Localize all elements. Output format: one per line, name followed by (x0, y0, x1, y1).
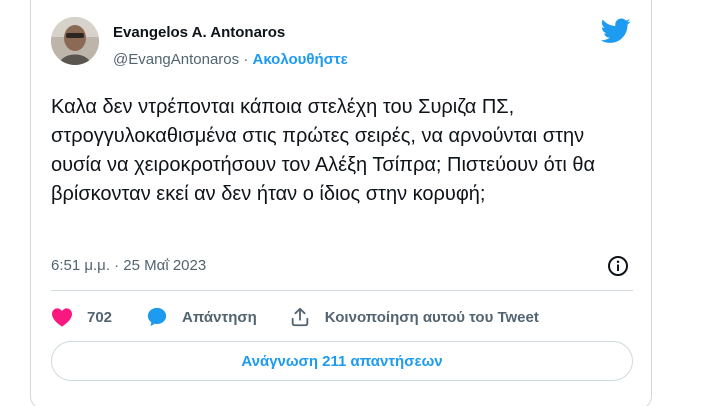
like-count: 702 (87, 308, 113, 326)
twitter-bird-icon[interactable] (600, 18, 631, 44)
actions-bar: 702 Απάντηση Κοινοποίηση αυτού του Tweet (51, 303, 539, 331)
author-handle-row: @EvangAntonaros · Ακολουθήστε (113, 51, 348, 68)
like-button[interactable]: 702 (51, 307, 112, 327)
info-icon[interactable] (607, 255, 629, 277)
author-avatar[interactable] (51, 17, 99, 65)
reply-button[interactable]: Απάντηση (146, 306, 257, 328)
share-icon (291, 307, 309, 327)
share-button[interactable]: Κοινοποίηση αυτού του Tweet (289, 306, 539, 328)
separator-dot: · (243, 51, 249, 68)
author-name[interactable]: Evangelos A. Antonaros (113, 24, 285, 41)
heart-icon (52, 308, 72, 327)
tweet-text: Καλα δεν ντρέπονται κάποια στελέχη του Σ… (51, 96, 596, 205)
reply-bubble-icon (147, 307, 167, 327)
follow-link[interactable]: Ακολουθήστε (252, 51, 347, 68)
share-label: Κοινοποίηση αυτού του Tweet (324, 308, 539, 326)
author-handle[interactable]: @EvangAntonaros (113, 51, 239, 68)
reply-label: Απάντηση (182, 308, 257, 326)
read-replies-button[interactable]: Ανάγνωση 211 απαντήσεων (51, 341, 633, 381)
tweet-timestamp[interactable]: 6:51 μ.μ. · 25 Μαΐ 2023 (51, 257, 206, 274)
divider (51, 290, 633, 291)
tweet-card: Evangelos A. Antonaros @EvangAntonaros ·… (30, 0, 652, 406)
